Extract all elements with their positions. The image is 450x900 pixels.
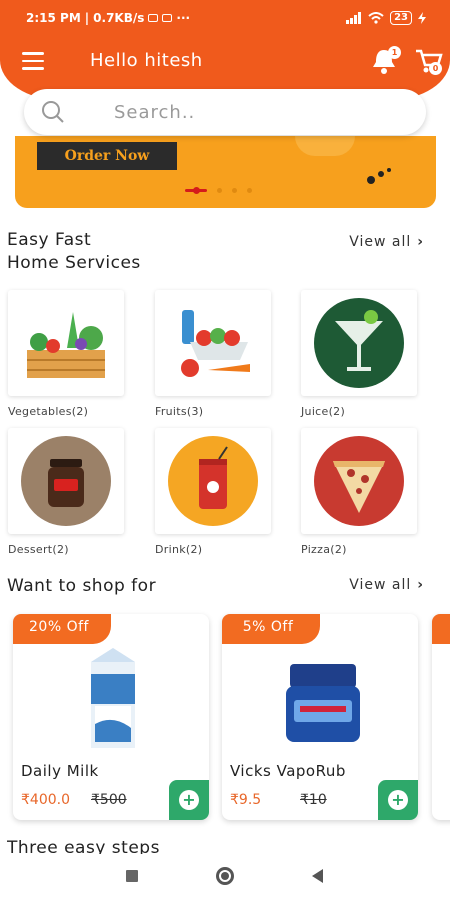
notification-badge: 1 xyxy=(388,46,401,59)
status-speed: 0.7KB/s xyxy=(93,11,145,25)
wifi-icon xyxy=(368,12,384,24)
notification-button[interactable]: 1 xyxy=(370,46,401,76)
category-card[interactable] xyxy=(155,290,271,396)
pizza-icon xyxy=(314,436,404,526)
category-label: Pizza(2) xyxy=(301,543,347,556)
app-header: 2:15 PM | 0.7KB/s ··· 23 Hello hitesh 1 … xyxy=(0,0,450,100)
vaporub-jar-icon xyxy=(286,664,360,742)
section-title-services: Easy Fast Home Services xyxy=(7,230,141,273)
add-to-cart-button[interactable]: + xyxy=(169,780,209,820)
message-icon xyxy=(148,14,159,22)
discount-badge: 5% Off xyxy=(222,614,320,644)
vegetables-icon xyxy=(27,312,105,378)
discount-badge xyxy=(432,614,450,644)
back-icon[interactable] xyxy=(312,869,323,883)
product-name: Vicks VapoRub xyxy=(230,762,346,780)
pager-dot-active[interactable] xyxy=(185,186,207,194)
category-card[interactable] xyxy=(8,290,124,396)
view-all-products-link[interactable]: View all › xyxy=(349,577,424,593)
message-icon xyxy=(162,14,173,22)
pager-dot[interactable] xyxy=(232,187,237,193)
banner-decoration-icon xyxy=(367,168,391,184)
product-name: Daily Milk xyxy=(21,762,99,780)
status-bar: 2:15 PM | 0.7KB/s ··· 23 xyxy=(26,8,426,28)
category-vegetables[interactable]: Vegetables(2) xyxy=(8,290,126,418)
plus-icon: + xyxy=(388,790,408,810)
product-card-partial[interactable] xyxy=(432,614,450,820)
category-dessert[interactable]: Dessert(2) xyxy=(8,428,126,556)
pager-dot[interactable] xyxy=(247,187,252,193)
greeting-title: Hello hitesh xyxy=(90,50,203,71)
category-label: Fruits(3) xyxy=(155,405,204,418)
dessert-icon xyxy=(21,436,111,526)
home-icon[interactable] xyxy=(216,867,234,885)
product-old-price: ₹500 xyxy=(91,792,127,808)
juice-icon xyxy=(314,298,404,388)
search-icon xyxy=(42,101,64,123)
add-to-cart-button[interactable]: + xyxy=(378,780,418,820)
product-card-vicks-vaporub[interactable]: 5% Off Vicks VapoRub ₹9.5 ₹10 + xyxy=(222,614,418,820)
plus-icon: + xyxy=(179,790,199,810)
battery-indicator: 23 xyxy=(390,11,412,25)
product-old-price: ₹10 xyxy=(300,792,327,808)
product-price: ₹9.5 xyxy=(230,792,262,808)
milk-carton-icon xyxy=(91,648,135,748)
order-now-button[interactable]: Order Now xyxy=(37,142,177,170)
recent-apps-icon[interactable] xyxy=(126,870,138,882)
category-juice[interactable]: Juice(2) xyxy=(301,290,419,418)
category-card[interactable] xyxy=(155,428,271,534)
signal-icon xyxy=(346,12,362,24)
category-label: Dessert(2) xyxy=(8,543,69,556)
section-title-shop: Want to shop for xyxy=(7,576,157,596)
category-card[interactable] xyxy=(301,428,417,534)
drink-icon xyxy=(168,436,258,526)
category-label: Vegetables(2) xyxy=(8,405,89,418)
chevron-right-icon: › xyxy=(417,234,424,250)
pager-dot[interactable] xyxy=(217,187,222,193)
discount-badge: 20% Off xyxy=(13,614,111,644)
view-all-services-link[interactable]: View all › xyxy=(349,234,424,250)
search-input[interactable] xyxy=(114,99,404,125)
category-card[interactable] xyxy=(8,428,124,534)
product-price: ₹400.0 xyxy=(21,792,70,808)
category-fruits[interactable]: Fruits(3) xyxy=(155,290,273,418)
app-bar: Hello hitesh 1 0 xyxy=(0,44,450,80)
more-icon: ··· xyxy=(176,11,191,25)
status-time: 2:15 PM xyxy=(26,11,81,25)
cart-button[interactable]: 0 xyxy=(414,46,444,76)
product-carousel[interactable]: 20% Off Daily Milk ₹400.0 ₹500 + 5% Off … xyxy=(0,610,450,825)
product-card-daily-milk[interactable]: 20% Off Daily Milk ₹400.0 ₹500 + xyxy=(13,614,209,820)
category-pizza[interactable]: Pizza(2) xyxy=(301,428,419,556)
section-title-steps: Three easy steps xyxy=(7,838,160,854)
banner-art xyxy=(295,136,355,156)
fruits-icon xyxy=(181,310,250,377)
banner-pager xyxy=(185,185,252,195)
promo-banner[interactable]: Order Now xyxy=(15,136,436,208)
category-label: Juice(2) xyxy=(301,405,346,418)
menu-icon[interactable] xyxy=(22,52,44,70)
search-bar[interactable] xyxy=(24,89,426,135)
charging-icon xyxy=(418,12,426,24)
chevron-right-icon: › xyxy=(417,577,424,593)
category-drink[interactable]: Drink(2) xyxy=(155,428,273,556)
category-label: Drink(2) xyxy=(155,543,203,556)
cart-badge: 0 xyxy=(429,62,442,75)
category-card[interactable] xyxy=(301,290,417,396)
system-navigation-bar xyxy=(0,854,450,900)
